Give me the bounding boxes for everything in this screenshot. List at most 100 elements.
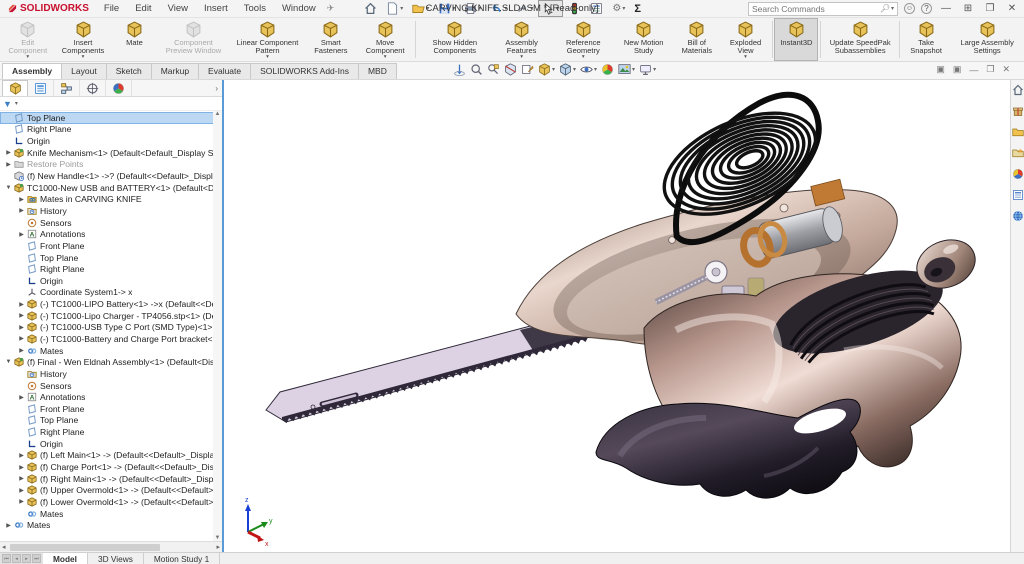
section-view-icon[interactable]: [503, 63, 518, 76]
expand-arrow-icon[interactable]: ▶: [17, 324, 26, 331]
tree-item[interactable]: ▶ Knife Mechanism<1> (Default<Default_Di…: [0, 147, 222, 159]
redo-icon[interactable]: ▾: [512, 0, 537, 17]
file-properties-icon[interactable]: [586, 0, 607, 17]
solidworks-forum-icon[interactable]: [1012, 209, 1024, 227]
new-document-icon[interactable]: ▾: [382, 0, 407, 17]
close-icon[interactable]: ✕: [1004, 3, 1020, 14]
expand-arrow-icon[interactable]: ▶: [4, 149, 13, 156]
tab-evaluate[interactable]: Evaluate: [198, 63, 251, 79]
tab-markup[interactable]: Markup: [151, 63, 199, 79]
move-component-button[interactable]: Move Component▾: [357, 18, 413, 61]
search-caret-icon[interactable]: ▾: [891, 5, 894, 12]
doc-minimize-icon[interactable]: —: [969, 65, 978, 75]
print-icon[interactable]: ▾: [460, 0, 485, 17]
expand-arrow-icon[interactable]: ▼: [4, 359, 13, 365]
menu-edit[interactable]: Edit: [128, 2, 158, 15]
tab-assembly[interactable]: Assembly: [2, 63, 62, 79]
displaymanager-icon[interactable]: [106, 80, 132, 96]
tree-item[interactable]: Top Plane: [0, 252, 222, 264]
tree-item[interactable]: ▶ Restore Points: [0, 159, 222, 171]
restore-icon[interactable]: ❐: [982, 3, 998, 14]
expand-arrow-icon[interactable]: ▶: [17, 498, 26, 505]
select-arrow-icon[interactable]: ▾: [538, 0, 563, 17]
speedpak-button[interactable]: Update SpeedPak Subassemblies: [823, 18, 897, 61]
filter-funnel-icon[interactable]: ▼: [3, 99, 12, 109]
menu-tools[interactable]: Tools: [237, 2, 273, 15]
tree-item[interactable]: ▶ (-) TC1000-Battery and Charge Port bra…: [0, 333, 222, 345]
tree-item[interactable]: Right Plane: [0, 426, 222, 438]
search-input[interactable]: [752, 4, 880, 14]
menu-window[interactable]: Window: [275, 2, 323, 15]
tree-item[interactable]: ▶ Mates: [0, 519, 222, 531]
tab-layout[interactable]: Layout: [61, 63, 107, 79]
expand-arrow-icon[interactable]: ▶: [17, 301, 26, 308]
design-library-icon[interactable]: [1012, 125, 1024, 143]
expand-arrow-icon[interactable]: ▶: [17, 487, 26, 494]
dynamic-annotation-icon[interactable]: [520, 63, 535, 76]
tree-item[interactable]: Front Plane: [0, 240, 222, 252]
tree-item[interactable]: Front Plane: [0, 403, 222, 415]
view-settings-icon[interactable]: ▾: [638, 63, 657, 76]
expand-arrow-icon[interactable]: ▶: [17, 335, 26, 342]
tree-item[interactable]: ▶ Mates in CARVING KNIFE: [0, 193, 222, 205]
home-icon[interactable]: [1012, 83, 1024, 101]
assembly-features-button[interactable]: Assembly Features▾: [492, 18, 552, 61]
tree-item[interactable]: ▶ (f) Charge Port<1> -> (Default<<Defaul…: [0, 461, 222, 473]
expand-arrow-icon[interactable]: ▶: [17, 394, 26, 401]
lower-overmold-shell[interactable]: [596, 399, 860, 498]
tree-item[interactable]: ▶ (-) TC1000-USB Type C Port (SMD Type)<…: [0, 322, 222, 334]
expand-arrow-icon[interactable]: ▶: [4, 522, 13, 529]
tree-item[interactable]: History: [0, 368, 222, 380]
expand-arrow-icon[interactable]: ▶: [17, 347, 26, 354]
custom-properties-icon[interactable]: [1012, 188, 1024, 206]
bottom-tab-model[interactable]: Model: [43, 553, 88, 564]
expand-arrow-icon[interactable]: ▼: [4, 185, 13, 191]
tree-item[interactable]: Top Plane: [0, 112, 222, 124]
doc-pane-icon-1[interactable]: ▣: [936, 64, 945, 75]
tree-item[interactable]: ▶ Mates: [0, 345, 222, 357]
expand-arrow-icon[interactable]: ▶: [17, 231, 26, 238]
tree-item[interactable]: Right Plane: [0, 263, 222, 275]
solidworks-resources-icon[interactable]: [1012, 104, 1024, 122]
zoom-to-fit-icon[interactable]: [452, 63, 467, 76]
tree-item[interactable]: Sensors: [0, 217, 222, 229]
filter-caret-icon[interactable]: ▾: [15, 100, 18, 107]
options-gear-icon[interactable]: ⚙︎▾: [608, 1, 629, 16]
expand-arrow-icon[interactable]: ▶: [17, 452, 26, 459]
bom-button[interactable]: Bill of Materials: [672, 18, 721, 61]
layout-icon[interactable]: ⊞: [960, 3, 976, 14]
configurationmanager-icon[interactable]: [54, 80, 80, 96]
insert-components-button[interactable]: Insert Components▾: [54, 18, 113, 61]
user-icon[interactable]: ☺︎: [904, 3, 915, 14]
propertymanager-icon[interactable]: [28, 80, 54, 96]
tree-item[interactable]: Mates: [0, 508, 222, 520]
search-icon[interactable]: 🔎︎: [880, 4, 890, 13]
help-icon[interactable]: ?: [921, 3, 932, 14]
tab-last-icon[interactable]: ⏭: [32, 554, 41, 563]
tree-item[interactable]: ▼ (f) Final - Wen Eldnah Assembly<1> (De…: [0, 356, 222, 368]
apply-scene-icon[interactable]: ▾: [617, 63, 636, 76]
doc-restore-icon[interactable]: ❐: [986, 64, 994, 75]
file-explorer-icon[interactable]: [1012, 146, 1024, 164]
view-orientation-icon[interactable]: ▾: [537, 63, 556, 76]
tree-item[interactable]: ▶ (-) TC1000-LIPO Battery<1> ->x (Defaul…: [0, 298, 222, 310]
save-icon[interactable]: ▾: [434, 0, 459, 17]
expand-arrow-icon[interactable]: ▶: [17, 196, 26, 203]
mate-button[interactable]: Mate: [112, 18, 156, 61]
menu-file[interactable]: File: [97, 2, 126, 15]
motion-study-button[interactable]: New Motion Study: [615, 18, 672, 61]
doc-close-icon[interactable]: ✕: [1002, 64, 1010, 75]
tree-item[interactable]: ▶ A Annotations: [0, 391, 222, 403]
exploded-view-button[interactable]: Exploded View▾: [721, 18, 769, 61]
large-assembly-button[interactable]: Large Assembly Settings: [950, 18, 1024, 61]
tree-item[interactable]: ▶ (f) Upper Overmold<1> -> (Default<<Def…: [0, 485, 222, 497]
expand-arrow-icon[interactable]: ▶: [17, 207, 26, 214]
search-commands-box[interactable]: 🔎︎ ▾: [748, 2, 898, 16]
tree-item[interactable]: ▼ TC1000-New USB and BATTERY<1> (Default…: [0, 182, 222, 194]
home-icon[interactable]: [360, 0, 381, 17]
pin-icon[interactable]: ✈: [327, 3, 335, 14]
scrollbar-thumb[interactable]: [10, 544, 160, 551]
undo-icon[interactable]: ▾: [486, 0, 511, 17]
equations-sigma-icon[interactable]: Σ: [630, 1, 645, 17]
minimize-icon[interactable]: —: [938, 3, 954, 14]
